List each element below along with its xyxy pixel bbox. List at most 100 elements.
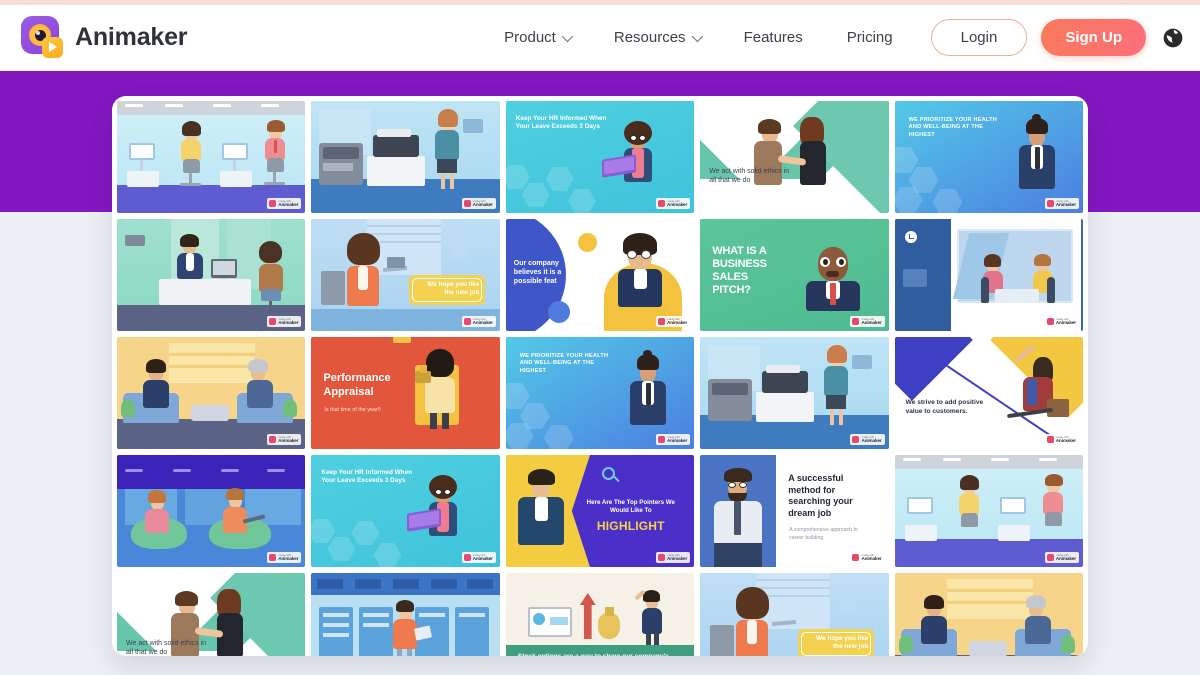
- signup-button[interactable]: Sign Up: [1041, 19, 1146, 56]
- video-thumbnail[interactable]: made withAnimaker: [117, 455, 306, 567]
- animaker-mark-icon: [269, 318, 277, 325]
- animaker-mark-icon: [269, 554, 277, 561]
- watermark-badge: made with Animaker: [850, 434, 885, 445]
- thumbnail-caption: WE PRIORITIZE YOUR HEALTH AND WELL-BEING…: [519, 353, 609, 374]
- animaker-mark-icon: [852, 436, 860, 443]
- thumbnail-highlight: HIGHLIGHT: [596, 519, 665, 533]
- video-thumbnail[interactable]: Our company believes it is a possible fe…: [505, 219, 695, 331]
- watermark-badge: made with Animaker: [267, 198, 302, 209]
- thumbnail-caption: We hope you like the new job: [816, 635, 869, 651]
- nav-resources-label: Resources: [613, 29, 686, 46]
- globe-icon[interactable]: [1162, 27, 1184, 49]
- login-button[interactable]: Login: [930, 19, 1028, 56]
- thumbnail-subcaption: Is that time of the year!!: [324, 407, 381, 413]
- thumbnail-caption: Our company believes it is a possible fe…: [513, 260, 562, 286]
- chevron-down-icon: [691, 30, 703, 42]
- animaker-mark-icon: [658, 200, 666, 207]
- thumbnail-caption: We act with solid ethics in all that we …: [709, 168, 790, 185]
- thumbnail-caption: WE PRIORITIZE YOUR HEALTH AND WELL-BEING…: [908, 117, 997, 138]
- watermark-badge: made with Animaker: [656, 316, 691, 327]
- video-thumbnail[interactable]: WE PRIORITIZE YOUR HEALTH AND WELL-BEING…: [894, 101, 1083, 213]
- watermark-badge: made with Animaker: [1044, 434, 1079, 445]
- thumbnail-caption: We hope you like the new job: [427, 281, 480, 297]
- animaker-mark-icon: [463, 554, 471, 561]
- watermark-badge: made with Animaker: [267, 552, 302, 563]
- thumbnail-subcaption: A comprehensive approach to career build…: [789, 527, 858, 541]
- nav-features-label: Features: [743, 29, 803, 46]
- animaker-mark-icon: [658, 554, 666, 561]
- animaker-mark-icon: [852, 554, 860, 561]
- thumbnail-caption: Here Are The Top Pointers We Would Like …: [586, 499, 675, 515]
- animaker-mark-icon: [269, 436, 277, 443]
- thumbnail-caption: WHAT IS A BUSINESS SALES PITCH?: [712, 245, 767, 296]
- thumbnail-caption: A successful method for searching your d…: [788, 473, 853, 519]
- video-thumbnail[interactable]: We hope you like the new job made withAn…: [311, 219, 500, 331]
- video-thumbnail[interactable]: made withAnimaker: [700, 337, 889, 449]
- watermark-badge: made with Animaker: [267, 434, 302, 445]
- main-navigation: Product Resources Features Pricing Login…: [482, 19, 1200, 56]
- chevron-down-icon: [561, 30, 573, 42]
- animaker-mark-icon: [269, 200, 277, 207]
- thumbnail-caption: We strive to add positive value to custo…: [905, 399, 984, 415]
- video-thumbnail[interactable]: Keep Your HR Informed When Your Leave Ex…: [505, 101, 695, 213]
- watermark-badge: made with Animaker: [461, 198, 496, 209]
- watermark-badge: made with Animaker: [656, 434, 691, 445]
- nav-resources[interactable]: Resources: [592, 29, 722, 46]
- video-thumbnail[interactable]: We act with solid ethics in all that we …: [700, 101, 889, 213]
- animaker-mark-icon: [463, 200, 471, 207]
- video-gallery-card: made with Animaker made with Animaker Ke…: [112, 96, 1088, 656]
- video-thumbnail[interactable]: made withAnimaker: [117, 337, 306, 449]
- watermark-badge: made with Animaker: [656, 198, 691, 209]
- brand-logo-link[interactable]: Animaker: [18, 15, 188, 60]
- brand-name: Animaker: [75, 23, 188, 51]
- nav-pricing-label: Pricing: [846, 29, 893, 46]
- video-thumbnail[interactable]: WHAT IS A BUSINESS SALES PITCH? made wit…: [700, 219, 889, 331]
- video-thumbnail[interactable]: made withAnimaker: [117, 101, 306, 213]
- animaker-mark-icon: [852, 318, 860, 325]
- video-thumbnail[interactable]: made withAnimaker: [894, 219, 1083, 331]
- watermark-badge: made with Animaker: [850, 316, 885, 327]
- page-root: Animaker Product Resources Features Pric…: [0, 0, 1200, 675]
- site-header: Animaker Product Resources Features Pric…: [0, 5, 1200, 71]
- video-thumbnail[interactable]: made withAnimaker: [311, 101, 500, 213]
- video-thumbnail[interactable]: made withAnimaker: [894, 455, 1083, 567]
- watermark-badge: made with Animaker: [1044, 552, 1079, 563]
- animaker-mark-icon: [1046, 200, 1054, 207]
- video-thumbnail[interactable]: We hope you like the new job made withAn…: [700, 573, 889, 656]
- video-thumbnail[interactable]: We act with solid ethics in all that we …: [117, 573, 306, 656]
- watermark-badge: made with Animaker: [1044, 316, 1079, 327]
- nav-product-label: Product: [504, 29, 556, 46]
- thumbnail-caption: We act with solid ethics in all that we …: [126, 640, 207, 656]
- video-thumbnail[interactable]: [311, 573, 500, 656]
- video-thumbnail-grid: made with Animaker made with Animaker Ke…: [117, 101, 1083, 656]
- video-thumbnail[interactable]: Stock options are a way to share our com…: [505, 573, 695, 656]
- animaker-mark-icon: [658, 436, 666, 443]
- thumbnail-caption: Keep Your HR Informed When Your Leave Ex…: [515, 115, 607, 131]
- animaker-eye-logo-icon: [18, 15, 64, 60]
- nav-pricing[interactable]: Pricing: [825, 29, 915, 46]
- watermark-badge: made with Animaker: [267, 316, 302, 327]
- nav-product[interactable]: Product: [482, 29, 592, 46]
- thumbnail-caption: Keep Your HR Informed When Your Leave Ex…: [321, 469, 413, 485]
- watermark-badge: made with Animaker: [461, 552, 496, 563]
- video-thumbnail[interactable]: Here Are The Top Pointers We Would Like …: [505, 455, 695, 567]
- animaker-mark-icon: [1046, 436, 1054, 443]
- watermark-badge: made with Animaker: [461, 316, 496, 327]
- video-thumbnail[interactable]: Performance Appraisal Is that time of th…: [311, 337, 500, 449]
- watermark-badge: made with Animaker: [656, 552, 691, 563]
- video-thumbnail[interactable]: WE PRIORITIZE YOUR HEALTH AND WELL-BEING…: [505, 337, 695, 449]
- animaker-mark-icon: [463, 318, 471, 325]
- video-thumbnail[interactable]: made withAnimaker: [894, 573, 1083, 656]
- watermark-badge: made with Animaker: [850, 552, 885, 563]
- nav-features[interactable]: Features: [722, 29, 825, 46]
- video-thumbnail[interactable]: made withAnimaker: [117, 219, 306, 331]
- animaker-mark-icon: [1046, 554, 1054, 561]
- video-thumbnail[interactable]: We strive to add positive value to custo…: [894, 337, 1083, 449]
- thumbnail-caption: Performance Appraisal: [323, 372, 391, 399]
- animaker-mark-icon: [658, 318, 666, 325]
- video-thumbnail[interactable]: Keep Your HR Informed When Your Leave Ex…: [311, 455, 500, 567]
- watermark-badge: made with Animaker: [1044, 198, 1079, 209]
- video-thumbnail[interactable]: A successful method for searching your d…: [700, 455, 889, 567]
- animaker-mark-icon: [1046, 318, 1054, 325]
- thumbnail-caption: Stock options are a way to share our com…: [518, 653, 670, 656]
